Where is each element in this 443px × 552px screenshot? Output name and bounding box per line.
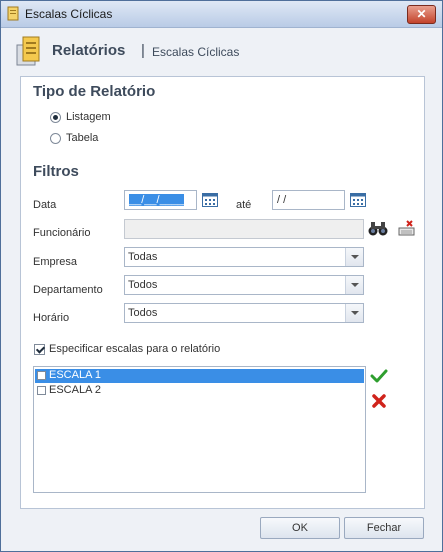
list-item-checkbox[interactable]	[37, 371, 46, 380]
calendar-icon[interactable]	[350, 193, 366, 207]
specify-scales-checkbox[interactable]	[34, 344, 45, 355]
scales-list[interactable]: ESCALA 1 ESCALA 2	[33, 366, 366, 493]
eraser-icon[interactable]	[398, 220, 415, 236]
title-bar[interactable]: Escalas Cíclicas ✕	[1, 1, 442, 28]
list-item-label: ESCALA 1	[49, 369, 101, 381]
report-panel: Tipo de Relatório Listagem Tabela Filtro…	[20, 76, 425, 509]
dialog-window: Escalas Cíclicas ✕ Relatórios | Escalas …	[0, 0, 443, 552]
green-check-icon[interactable]	[370, 369, 388, 383]
calendar-icon[interactable]	[202, 193, 218, 207]
report-type-heading: Tipo de Relatório	[33, 83, 156, 100]
department-label: Departamento	[33, 284, 103, 296]
list-item[interactable]: ESCALA 2	[35, 384, 364, 398]
department-select[interactable]: Todos	[124, 275, 364, 295]
date-to-value: / /	[277, 194, 287, 206]
date-from-input[interactable]: __/__/____	[124, 190, 197, 210]
employee-label: Funcionário	[33, 227, 91, 239]
page-title: Relatórios	[52, 42, 126, 59]
schedule-select[interactable]: Todos	[124, 303, 364, 323]
close-button[interactable]: ✕	[407, 5, 436, 24]
department-value: Todos	[128, 279, 158, 291]
list-item-checkbox[interactable]	[37, 386, 46, 395]
report-icon	[7, 6, 19, 21]
document-stack-icon	[16, 36, 40, 66]
list-item[interactable]: ESCALA 1	[35, 369, 364, 383]
title-separator: |	[141, 42, 145, 59]
radio-listagem-label[interactable]: Listagem	[66, 111, 111, 123]
radio-listagem[interactable]	[50, 112, 61, 123]
radio-tabela[interactable]	[50, 133, 61, 144]
schedule-label: Horário	[33, 312, 70, 324]
company-label: Empresa	[33, 256, 78, 268]
list-item-label: ESCALA 2	[49, 384, 101, 396]
employee-input[interactable]	[124, 219, 364, 239]
company-select[interactable]: Todas	[124, 247, 364, 267]
chevron-down-icon[interactable]	[345, 276, 363, 294]
page-header: Relatórios | Escalas Cíclicas	[1, 28, 442, 76]
date-from-value: __/__/____	[129, 194, 185, 206]
until-label: até	[236, 199, 252, 211]
ok-button[interactable]: OK	[260, 517, 340, 539]
page-subtitle: Escalas Cíclicas	[152, 45, 240, 59]
date-to-input[interactable]: / /	[272, 190, 345, 210]
specify-scales-label[interactable]: Especificar escalas para o relatório	[49, 343, 220, 355]
close-dialog-button[interactable]: Fechar	[344, 517, 424, 539]
radio-tabela-label[interactable]: Tabela	[66, 132, 98, 144]
chevron-down-icon[interactable]	[345, 248, 363, 266]
window-title: Escalas Cíclicas	[25, 7, 113, 21]
binoculars-icon[interactable]	[368, 221, 388, 236]
filters-heading: Filtros	[33, 163, 79, 180]
company-value: Todas	[128, 251, 158, 263]
date-label: Data	[33, 199, 57, 211]
chevron-down-icon[interactable]	[345, 304, 363, 322]
schedule-value: Todos	[128, 307, 158, 319]
red-x-icon[interactable]	[371, 393, 387, 409]
